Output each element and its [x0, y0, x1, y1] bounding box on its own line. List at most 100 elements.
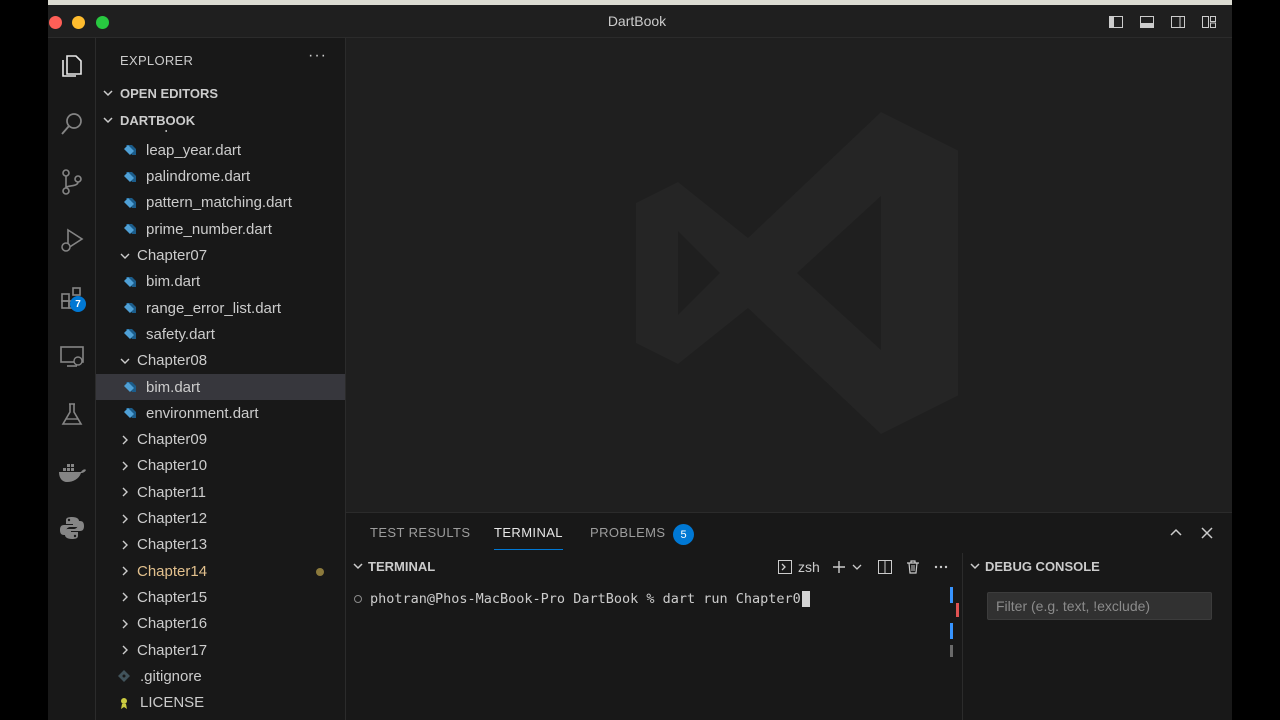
- explorer-title: EXPLORER: [120, 53, 194, 68]
- tab-terminal[interactable]: TERMINAL: [494, 525, 563, 550]
- tree-file-item[interactable]: .gitignore: [96, 663, 345, 689]
- open-editors-section[interactable]: OPEN EDITORS: [96, 80, 345, 106]
- command-decoration-icon[interactable]: [354, 595, 362, 603]
- file-tree: Chapter06 leap_year.dart palindrome.dart pa…: [96, 130, 345, 720]
- vscode-window: DartBook 7 EXPLORER ··· OPEN EDITORS DAR…: [48, 0, 1232, 720]
- remote-explorer-icon[interactable]: [48, 332, 96, 380]
- terminal-shell-icon: [776, 558, 794, 576]
- chevron-right-icon: [116, 460, 134, 472]
- tree-folder-item[interactable]: Chapter12: [96, 506, 345, 532]
- tree-item-label: Chapter14: [137, 562, 208, 580]
- terminal-toolbar: zsh: [776, 557, 950, 577]
- terminal-cursor: [801, 591, 810, 607]
- tree-item-label: pattern_matching.dart: [146, 194, 292, 212]
- tree-folder-item[interactable]: Chapter09: [96, 427, 345, 453]
- window-title: DartBook: [607, 13, 667, 29]
- extensions-badge: 7: [70, 296, 86, 312]
- tree-folder-item[interactable]: Chapter16: [96, 611, 345, 637]
- bottom-panel: TEST RESULTS TERMINAL PROBLEMS 5 TERMINA…: [346, 512, 1232, 720]
- explorer-files-icon[interactable]: [48, 42, 96, 90]
- modified-indicator-dot: [316, 568, 324, 577]
- chevron-right-icon: [116, 591, 134, 603]
- tree-folder-item[interactable]: Chapter07: [96, 243, 345, 269]
- chevron-right-icon: [116, 644, 134, 656]
- explorer-more-actions-button[interactable]: ···: [308, 47, 327, 65]
- chevron-down-icon: [116, 355, 134, 367]
- tree-item-label: Chapter08: [137, 352, 208, 370]
- source-control-icon[interactable]: [48, 158, 96, 206]
- chevron-right-icon: [116, 434, 134, 446]
- dart-file-icon: [122, 326, 138, 342]
- tree-file-item[interactable]: range_error_list.dart: [96, 295, 345, 321]
- tree-folder-item[interactable]: Chapter11: [96, 479, 345, 505]
- terminal-launch-profile-chevron-icon[interactable]: [848, 558, 866, 576]
- chevron-down-icon: [116, 250, 134, 262]
- debug-console-header[interactable]: DEBUG CONSOLE: [963, 553, 1232, 579]
- terminal-scrollbar[interactable]: [948, 579, 959, 720]
- license-file-icon: [116, 695, 132, 711]
- customize-layout-icon[interactable]: [1200, 13, 1218, 31]
- tree-folder-item[interactable]: Chapter10: [96, 453, 345, 479]
- tree-item-label: bim.dart: [146, 273, 201, 291]
- terminal-prompt-line: photran@Phos-MacBook-Pro DartBook % dart…: [354, 591, 810, 607]
- debug-console-filter-input[interactable]: [987, 592, 1212, 620]
- chevron-down-icon: [963, 560, 985, 572]
- tree-item-label: Chapter07: [137, 247, 208, 264]
- dart-file-icon: [122, 300, 138, 316]
- tree-item-label: LICENSE: [140, 694, 205, 712]
- tree-file-item[interactable]: safety.dart: [96, 321, 345, 347]
- dart-file-icon: [122, 195, 138, 211]
- toggle-panel-icon[interactable]: [1138, 13, 1156, 31]
- terminal-command-text: photran@Phos-MacBook-Pro DartBook % dart…: [370, 591, 801, 607]
- tree-file-item[interactable]: LICENSE: [96, 690, 345, 716]
- extensions-icon[interactable]: 7: [48, 274, 96, 322]
- tree-folder-item[interactable]: Chapter15: [96, 584, 345, 610]
- run-and-debug-icon[interactable]: [48, 216, 96, 264]
- tree-file-item[interactable]: pattern_matching.dart: [96, 190, 345, 216]
- tab-test-results[interactable]: TEST RESULTS: [370, 525, 470, 540]
- open-editors-label: OPEN EDITORS: [120, 85, 219, 101]
- tree-item-label: Chapter11: [137, 483, 206, 501]
- tree-file-item[interactable]: environment.dart: [96, 400, 345, 426]
- chevron-down-icon: [96, 114, 116, 126]
- toggle-primary-sidebar-icon[interactable]: [1107, 13, 1125, 31]
- terminal-output[interactable]: photran@Phos-MacBook-Pro DartBook % dart…: [346, 579, 962, 720]
- tree-item-label: prime_number.dart: [146, 220, 272, 238]
- tree-item-label: bim.dart: [146, 378, 201, 396]
- layout-controls: [1107, 13, 1218, 31]
- python-icon[interactable]: [48, 504, 96, 552]
- tree-file-item[interactable]: bim.dart: [96, 269, 345, 295]
- chevron-right-icon: [116, 565, 134, 577]
- terminal-more-actions-icon[interactable]: [932, 558, 950, 576]
- tab-problems[interactable]: PROBLEMS: [590, 525, 665, 540]
- activity-bar: 7: [48, 38, 96, 720]
- terminal-shell-name[interactable]: zsh: [798, 559, 820, 575]
- maximize-panel-icon[interactable]: [1168, 525, 1184, 541]
- tree-folder-item[interactable]: Chapter06: [96, 130, 345, 137]
- tree-folder-item[interactable]: Chapter08: [96, 348, 345, 374]
- docker-icon[interactable]: [48, 448, 96, 496]
- tree-folder-item[interactable]: Chapter17: [96, 637, 345, 663]
- kill-terminal-trash-icon[interactable]: [904, 558, 922, 576]
- tree-folder-item[interactable]: Chapter13: [96, 532, 345, 558]
- new-terminal-plus-icon[interactable]: [830, 558, 848, 576]
- chevron-down-icon: [96, 87, 116, 99]
- tree-folder-item[interactable]: Chapter14: [96, 558, 345, 584]
- tree-item-label: Chapter15: [137, 588, 208, 606]
- tree-file-item[interactable]: prime_number.dart: [96, 216, 345, 242]
- dart-file-icon: [122, 221, 138, 237]
- tree-file-item[interactable]: bim.dart: [96, 374, 345, 400]
- close-panel-icon[interactable]: [1199, 525, 1215, 541]
- testing-flask-icon[interactable]: [48, 390, 96, 438]
- dart-file-icon: [122, 142, 138, 158]
- toggle-secondary-sidebar-icon[interactable]: [1169, 13, 1187, 31]
- split-terminal-icon[interactable]: [876, 558, 894, 576]
- problems-count-badge: 5: [673, 524, 694, 545]
- tree-file-item[interactable]: leap_year.dart: [96, 137, 345, 163]
- tree-file-item[interactable]: palindrome.dart: [96, 164, 345, 190]
- project-label: DARTBOOK: [120, 112, 196, 128]
- chevron-right-icon: [116, 618, 134, 630]
- tree-item-label: Chapter13: [137, 536, 208, 554]
- search-icon[interactable]: [48, 100, 96, 148]
- tree-item-label: safety.dart: [146, 325, 215, 343]
